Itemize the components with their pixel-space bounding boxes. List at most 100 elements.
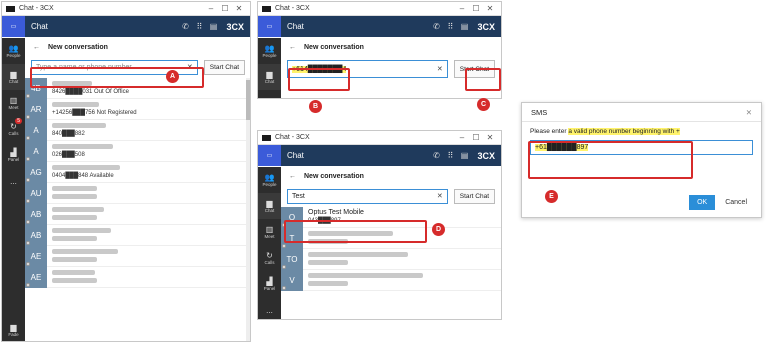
result-title: Optus Test Mobile: [308, 209, 364, 216]
page-title: New conversation: [48, 43, 108, 51]
app-header: ▭ Chat ✆ ⠿ ▤ 3CX: [2, 16, 250, 37]
phone-icon[interactable]: ✆: [429, 151, 443, 160]
search-input[interactable]: Test ✕: [287, 188, 448, 204]
contact-text: +14256███756 Not Registered: [47, 101, 250, 117]
people-icon: 👥: [264, 44, 275, 53]
result-row[interactable]: V: [281, 269, 501, 291]
more-icon: ...: [10, 176, 17, 186]
scrollbar[interactable]: [246, 78, 250, 341]
contact-detail: [52, 193, 250, 201]
nav-label: Panel: [263, 286, 276, 291]
app-title: Chat: [31, 22, 48, 31]
people-icon: 👥: [264, 173, 275, 182]
brand-icon[interactable]: ▭: [2, 16, 25, 37]
contact-detail: 8426████031 Out Of Office: [52, 89, 129, 95]
back-arrow-icon[interactable]: ←: [289, 44, 296, 51]
contact-row[interactable]: AE: [25, 266, 250, 288]
callout-box-b: [288, 68, 350, 91]
close-icon[interactable]: ✕: [483, 4, 497, 13]
app-title: Chat: [287, 151, 304, 160]
minimize-icon[interactable]: –: [455, 133, 469, 142]
people-icon: 👥: [8, 44, 19, 53]
nav-chat[interactable]: ▆ Chat: [258, 64, 281, 90]
contact-row[interactable]: A 026███508: [25, 140, 250, 162]
contact-row[interactable]: AR +14256███756 Not Registered: [25, 98, 250, 120]
back-arrow-icon[interactable]: ←: [33, 44, 40, 51]
dialpad-icon[interactable]: ⠿: [443, 151, 457, 160]
presence-dot: [26, 156, 30, 161]
nav-label: People: [262, 182, 277, 187]
start-chat-button[interactable]: Start Chat: [203, 59, 245, 75]
nav-chat[interactable]: ▆ Chat: [2, 64, 25, 90]
maximize-icon[interactable]: ☐: [469, 133, 483, 142]
clear-icon[interactable]: ✕: [437, 192, 443, 200]
nav-meet[interactable]: ▥ Meet: [2, 90, 25, 116]
cancel-button[interactable]: Cancel: [720, 195, 752, 210]
contact-text: 0404███848 Available: [47, 164, 250, 180]
contact-row[interactable]: AE: [25, 245, 250, 267]
contact-text: 026███508: [47, 143, 250, 159]
main-content: ← New conversation Test ✕ Start Chat O Op…: [281, 167, 501, 319]
close-icon[interactable]: ✕: [483, 133, 497, 142]
chat-window-c: Chat - 3CX – ☐ ✕ ▭ Chat ✆ ⠿ ▤ 3CX 👥 Peopl…: [257, 130, 502, 320]
nav-calls[interactable]: ↻ Calls 5: [2, 116, 25, 142]
close-icon[interactable]: ✕: [232, 4, 246, 13]
nav-panel[interactable]: ▟ Panel: [258, 271, 281, 297]
search-value: Test: [292, 192, 305, 200]
contact-row[interactable]: AU: [25, 182, 250, 204]
presence-dot: [26, 177, 30, 182]
contact-row[interactable]: AB: [25, 224, 250, 246]
close-icon[interactable]: ✕: [746, 108, 752, 117]
nav-calls[interactable]: ↻ Calls: [258, 245, 281, 271]
dialpad-icon[interactable]: ⠿: [192, 22, 206, 31]
nav-fade[interactable]: ▆ Fade: [2, 317, 25, 341]
clear-icon[interactable]: ✕: [437, 65, 443, 73]
back-arrow-icon[interactable]: ←: [289, 173, 296, 180]
start-chat-button[interactable]: Start Chat: [453, 188, 495, 204]
contact-detail: 0404███848 Available: [52, 173, 114, 179]
contacts-card-icon[interactable]: ▤: [457, 151, 471, 160]
nav-panel[interactable]: ▟ Panel: [2, 142, 25, 168]
brand-logo: 3CX: [477, 21, 495, 32]
callout-b: B: [309, 100, 322, 113]
scrollbar-thumb[interactable]: [246, 80, 250, 120]
nav-people[interactable]: 👥 People: [258, 167, 281, 193]
result-row[interactable]: TO: [281, 248, 501, 270]
contacts-card-icon[interactable]: ▤: [206, 22, 220, 31]
minimize-icon[interactable]: –: [455, 4, 469, 13]
avatar-initials: A: [33, 146, 39, 156]
contact-row[interactable]: AB: [25, 203, 250, 225]
dialpad-icon[interactable]: ⠿: [443, 22, 457, 31]
nav-meet[interactable]: ▥ Meet: [258, 219, 281, 245]
phone-icon[interactable]: ✆: [429, 22, 443, 31]
result-text: [303, 251, 501, 267]
contact-detail: +14256███756 Not Registered: [52, 110, 137, 116]
maximize-icon[interactable]: ☐: [469, 4, 483, 13]
nav-people[interactable]: 👥 People: [258, 38, 281, 64]
nav-label: Calls: [8, 131, 19, 136]
brand-icon[interactable]: ▭: [258, 16, 281, 37]
contact-detail: [52, 277, 250, 285]
contacts-card-icon[interactable]: ▤: [457, 22, 471, 31]
minimize-icon[interactable]: –: [204, 4, 218, 13]
ok-button[interactable]: OK: [689, 195, 716, 210]
contact-avatar: AE: [25, 266, 47, 288]
nav-label: Chat: [264, 79, 275, 84]
callout-box-d: [284, 220, 427, 243]
contact-row[interactable]: A 840███882: [25, 119, 250, 141]
avatar-initials: AR: [30, 104, 42, 114]
redacted-name: [52, 185, 97, 191]
nav-more[interactable]: ...: [2, 168, 25, 194]
maximize-icon[interactable]: ☐: [218, 4, 232, 13]
panel-icon: ▟: [10, 148, 17, 157]
phone-icon[interactable]: ✆: [178, 22, 192, 31]
presence-dot: [282, 264, 286, 269]
presence-dot: [282, 285, 286, 290]
nav-people[interactable]: 👥 People: [2, 38, 25, 64]
nav-more[interactable]: ...: [258, 297, 281, 319]
nav-chat[interactable]: ▆ Chat: [258, 193, 281, 219]
contact-row[interactable]: AG 0404███848 Available: [25, 161, 250, 183]
nav-label: Chat: [264, 208, 275, 213]
brand-icon[interactable]: ▭: [258, 145, 281, 166]
title-bar: Chat - 3CX – ☐ ✕: [2, 2, 250, 16]
